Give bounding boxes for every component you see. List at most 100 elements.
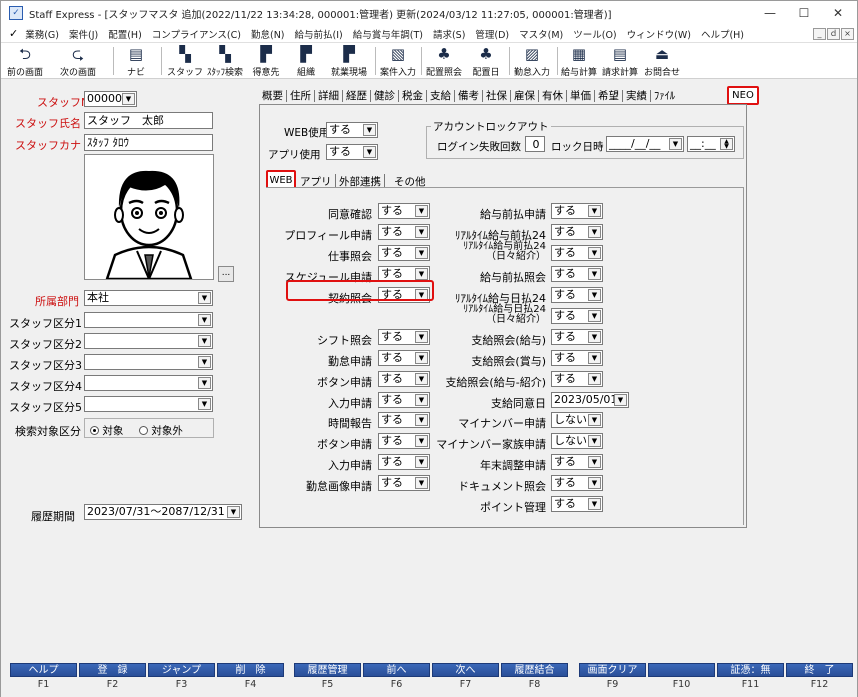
- web-right-select-10[interactable]: しない ▼: [551, 412, 603, 428]
- f9-clear-button[interactable]: 画面クリア: [579, 663, 646, 677]
- web-left-select-10[interactable]: する ▼: [378, 412, 430, 428]
- back-button[interactable]: ⮌ 前の画面: [5, 45, 45, 78]
- web-right-select-11[interactable]: しない ▼: [551, 433, 603, 449]
- mdi-minimize-button[interactable]: _: [813, 28, 826, 40]
- web-right-select-2[interactable]: する ▼: [551, 245, 603, 261]
- menu-window[interactable]: ウィンドウ(W): [622, 27, 696, 41]
- tab-neo[interactable]: NEO: [727, 86, 759, 105]
- web-left-select-7[interactable]: する ▼: [378, 350, 430, 366]
- menu-anken[interactable]: 案件(J): [64, 27, 103, 41]
- tab-notes[interactable]: 備考: [455, 90, 483, 102]
- tab-detail[interactable]: 詳細: [315, 90, 343, 102]
- tab-unit-price[interactable]: 単価: [567, 90, 595, 102]
- history-select[interactable]: 2023/07/31～2087/12/31 ▼: [84, 504, 242, 520]
- staff-kbn3-select[interactable]: ▼: [84, 354, 213, 370]
- navi-button[interactable]: ▤ ナビ: [121, 45, 151, 78]
- billing-button[interactable]: ▤ 請求計算: [599, 45, 641, 78]
- staff-name-input[interactable]: スタッフ 太郎: [84, 112, 213, 129]
- menu-gyomu[interactable]: 業務(G): [20, 27, 64, 41]
- tab-results[interactable]: 実績: [623, 90, 651, 102]
- menu-haichi[interactable]: 配置(H): [103, 27, 147, 41]
- staff-kbn2-select[interactable]: ▼: [84, 333, 213, 349]
- radio-target[interactable]: 対象: [90, 423, 123, 438]
- web-right-select-13[interactable]: する ▼: [551, 475, 603, 491]
- staff-kbn5-select[interactable]: ▼: [84, 396, 213, 412]
- web-right-select-5[interactable]: する ▼: [551, 308, 603, 324]
- web-right-select-0[interactable]: する ▼: [551, 203, 603, 219]
- site-button[interactable]: ▛ 就業現場: [327, 45, 371, 78]
- f11-evidence-button[interactable]: 証憑：無: [717, 663, 784, 677]
- tab-paid-leave[interactable]: 有休: [539, 90, 567, 102]
- tab-social-ins[interactable]: 社保: [483, 90, 511, 102]
- mdi-restore-button[interactable]: ｄ: [827, 28, 840, 40]
- f12-exit-button[interactable]: 終 了: [786, 663, 853, 677]
- mdi-close-button[interactable]: ×: [841, 28, 854, 40]
- tab-address[interactable]: 住所: [287, 90, 315, 102]
- web-left-select-1[interactable]: する ▼: [378, 224, 430, 240]
- next-button[interactable]: ⮎ 次の画面: [57, 45, 99, 78]
- assign-day-button[interactable]: ♣ 配置日: [465, 45, 507, 78]
- f2-register-button[interactable]: 登 録: [79, 663, 146, 677]
- web-left-select-6[interactable]: する ▼: [378, 329, 430, 345]
- web-right-select-9[interactable]: 2023/05/01 ▼: [551, 392, 629, 408]
- web-left-select-8[interactable]: する ▼: [378, 371, 430, 387]
- web-left-select-11[interactable]: する ▼: [378, 433, 430, 449]
- client-button[interactable]: ▛ 得意先: [249, 45, 283, 78]
- web-right-select-8[interactable]: する ▼: [551, 371, 603, 387]
- menu-help[interactable]: ヘルプ(H): [696, 27, 749, 41]
- tab-employ-ins[interactable]: 雇保: [511, 90, 539, 102]
- web-right-select-3[interactable]: する ▼: [551, 266, 603, 282]
- web-right-select-1[interactable]: する ▼: [551, 224, 603, 240]
- minimize-button[interactable]: —: [753, 1, 787, 25]
- f3-jump-button[interactable]: ジャンプ: [148, 663, 215, 677]
- f5-history-button[interactable]: 履歴管理: [294, 663, 361, 677]
- lock-time-input[interactable]: __:__ ▲ ▼: [687, 136, 735, 152]
- login-fail-count[interactable]: 0: [525, 136, 545, 152]
- web-use-select[interactable]: する ▼: [326, 122, 378, 138]
- f1-help-button[interactable]: ヘルプ: [10, 663, 77, 677]
- tab-health[interactable]: 健診: [371, 90, 399, 102]
- web-right-select-12[interactable]: する ▼: [551, 454, 603, 470]
- f6-prev-button[interactable]: 前へ: [363, 663, 430, 677]
- menu-kintai[interactable]: 勤怠(N): [246, 27, 290, 41]
- web-right-select-7[interactable]: する ▼: [551, 350, 603, 366]
- web-left-select-2[interactable]: する ▼: [378, 245, 430, 261]
- f10-blank-button[interactable]: [648, 663, 715, 677]
- close-button[interactable]: ✕: [821, 1, 855, 25]
- lock-date-input[interactable]: ____/__/__ ▼: [606, 136, 684, 152]
- maximize-button[interactable]: ☐: [787, 1, 821, 25]
- radio-excluded[interactable]: 対象外: [139, 423, 183, 438]
- menu-maebarai[interactable]: 給与前払(I): [290, 27, 348, 41]
- payroll-button[interactable]: ▦ 給与計算: [559, 45, 599, 78]
- menu-master[interactable]: マスタ(M): [514, 27, 568, 41]
- staff-kbn1-select[interactable]: ▼: [84, 312, 213, 328]
- f4-delete-button[interactable]: 削 除: [217, 663, 284, 677]
- menu-compliance[interactable]: コンプライアンス(C): [147, 27, 246, 41]
- assign-button[interactable]: ♣ 配置照会: [423, 45, 465, 78]
- contact-button[interactable]: ⏏ お問合せ: [641, 45, 683, 78]
- staff-button[interactable]: ▚ スタッフ: [167, 45, 203, 78]
- menu-kanri[interactable]: 管理(D): [470, 27, 514, 41]
- web-right-select-6[interactable]: する ▼: [551, 329, 603, 345]
- org-button[interactable]: ▛ 組織: [291, 45, 321, 78]
- f8-history-merge-button[interactable]: 履歴結合: [501, 663, 568, 677]
- web-left-select-13[interactable]: する ▼: [378, 475, 430, 491]
- staff-kbn4-select[interactable]: ▼: [84, 375, 213, 391]
- web-right-select-4[interactable]: する ▼: [551, 287, 603, 303]
- menu-tool[interactable]: ツール(O): [568, 27, 621, 41]
- tab-file[interactable]: ﾌｧｲﾙ: [651, 90, 678, 102]
- tab-career[interactable]: 経歴: [343, 90, 371, 102]
- photo-browse-button[interactable]: ...: [218, 266, 234, 282]
- tab-payment[interactable]: 支給: [427, 90, 455, 102]
- attendance-button[interactable]: ▨ 勤怠入力: [511, 45, 553, 78]
- staff-no-select[interactable]: 000005 ▼: [84, 91, 137, 107]
- app-use-select[interactable]: する ▼: [326, 144, 378, 160]
- menu-seikyu[interactable]: 請求(S): [428, 27, 470, 41]
- f7-next-button[interactable]: 次へ: [432, 663, 499, 677]
- staff-search-button[interactable]: ▚ ｽﾀｯﾌ検索: [205, 45, 245, 78]
- web-left-select-0[interactable]: する ▼: [378, 203, 430, 219]
- tab-wish[interactable]: 希望: [595, 90, 623, 102]
- dept-select[interactable]: 本社 ▼: [84, 290, 213, 306]
- web-right-select-14[interactable]: する ▼: [551, 496, 603, 512]
- tab-gaiyo[interactable]: 概要: [259, 90, 287, 102]
